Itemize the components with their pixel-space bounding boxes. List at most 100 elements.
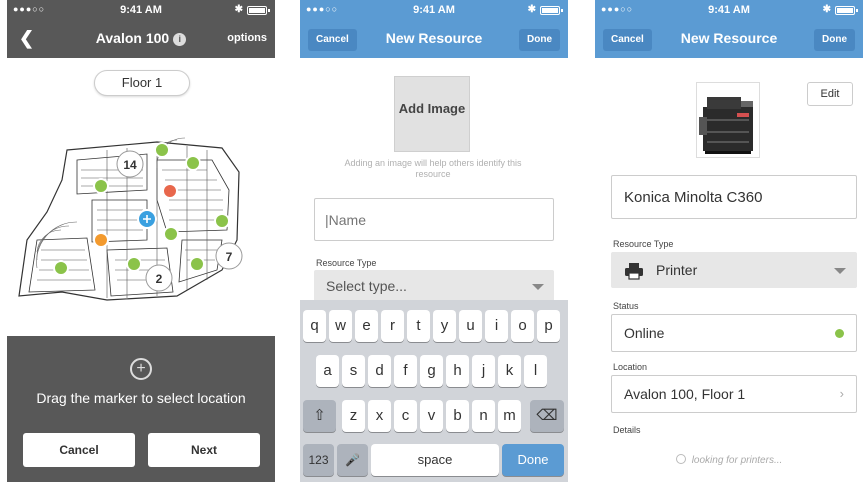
chevron-down-icon — [834, 268, 846, 274]
key-r[interactable]: r — [381, 310, 404, 342]
key-w[interactable]: w — [329, 310, 352, 342]
resource-type-label: Resource Type — [316, 258, 377, 268]
chevron-down-icon — [532, 284, 544, 290]
resource-marker-green[interactable] — [163, 226, 179, 242]
location-panel: + Drag the marker to select location Can… — [7, 336, 275, 482]
key-c[interactable]: c — [394, 400, 417, 432]
backspace-key[interactable]: ⌫ — [530, 400, 564, 432]
keyboard-done-key[interactable]: Done — [502, 444, 564, 476]
key-v[interactable]: v — [420, 400, 443, 432]
location-field[interactable]: Avalon 100, Floor 1 › — [611, 375, 857, 413]
key-x[interactable]: x — [368, 400, 391, 432]
name-input[interactable] — [314, 198, 554, 241]
shift-key[interactable]: ⇧ — [303, 400, 336, 432]
key-q[interactable]: q — [303, 310, 326, 342]
key-f[interactable]: f — [394, 355, 417, 387]
resource-image[interactable] — [696, 82, 760, 158]
name-field[interactable]: Konica Minolta C360 — [611, 175, 857, 219]
resource-type-select[interactable]: Select type... — [314, 270, 554, 304]
floor-selector[interactable]: Floor 1 — [94, 70, 190, 96]
keyboard: q w e r t y u i o p a s d f g h j k l ⇧ … — [300, 300, 568, 482]
cancel-button[interactable]: Cancel — [23, 433, 135, 467]
key-p[interactable]: p — [537, 310, 560, 342]
bluetooth-icon: ✱ — [527, 4, 536, 15]
bluetooth-icon: ✱ — [822, 4, 831, 15]
details-label: Details — [613, 425, 641, 435]
status-field[interactable]: Online — [611, 314, 857, 352]
resource-marker-green[interactable] — [185, 155, 201, 171]
done-button[interactable]: Done — [814, 29, 855, 51]
resource-type-label: Resource Type — [613, 239, 674, 249]
microphone-icon[interactable]: 🎤 — [337, 444, 368, 476]
resource-marker-green[interactable] — [214, 213, 230, 229]
resource-marker-red[interactable] — [162, 183, 178, 199]
location-label: Location — [613, 362, 648, 372]
key-d[interactable]: d — [368, 355, 391, 387]
status-bar: ●●●○○ 9:41 AM ✱ — [7, 0, 275, 20]
space-key[interactable]: space — [371, 444, 499, 476]
image-hint: Adding an image will help others identif… — [344, 158, 522, 179]
svg-text:14: 14 — [123, 158, 137, 172]
floor-map-screen: ●●●○○ 9:41 AM ✱ ❮ Avalon 100 i options Fl… — [7, 0, 275, 482]
status-value: Online — [624, 325, 665, 341]
resource-marker-green[interactable] — [126, 256, 142, 272]
spinner-icon — [675, 454, 686, 464]
key-n[interactable]: n — [472, 400, 495, 432]
key-m[interactable]: m — [498, 400, 521, 432]
cluster-marker[interactable]: 7 — [215, 242, 243, 270]
key-b[interactable]: b — [446, 400, 469, 432]
key-l[interactable]: l — [524, 355, 547, 387]
new-resource-empty-screen: ●●●○○ 9:41 AM ✱ Cancel New Resource Done… — [300, 0, 568, 482]
add-image-button[interactable]: Add Image — [394, 76, 470, 152]
done-button[interactable]: Done — [519, 29, 560, 51]
key-y[interactable]: y — [433, 310, 456, 342]
status-label: Status — [613, 301, 639, 311]
nav-bar: Cancel New Resource Done — [300, 20, 568, 58]
battery-icon — [835, 6, 858, 15]
key-k[interactable]: k — [498, 355, 521, 387]
floor-plan-map[interactable]: 14 2 7 — [7, 120, 275, 310]
key-s[interactable]: s — [342, 355, 365, 387]
bluetooth-icon: ✱ — [234, 4, 243, 15]
key-g[interactable]: g — [420, 355, 443, 387]
resource-marker-green[interactable] — [53, 260, 69, 276]
printer-icon — [625, 263, 643, 280]
nav-bar: ❮ Avalon 100 i options — [7, 20, 275, 58]
resource-type-value: Printer — [656, 262, 698, 278]
resource-type-select[interactable]: Printer — [611, 252, 857, 288]
next-button[interactable]: Next — [148, 433, 260, 467]
status-bar: ●●●○○ 9:41 AM ✱ — [595, 0, 863, 20]
edit-image-button[interactable]: Edit — [807, 82, 853, 106]
resource-marker-green[interactable] — [93, 178, 109, 194]
key-z[interactable]: z — [342, 400, 365, 432]
online-status-dot — [835, 329, 844, 338]
building-title: Avalon 100 — [95, 30, 170, 46]
drag-location-marker[interactable] — [137, 209, 157, 229]
resource-marker-green[interactable] — [189, 256, 205, 272]
options-button[interactable]: options — [227, 32, 267, 44]
cluster-marker[interactable]: 14 — [116, 150, 144, 178]
cluster-marker[interactable]: 2 — [145, 264, 173, 292]
select-value: Select type... — [326, 278, 407, 294]
svg-text:2: 2 — [156, 272, 163, 286]
key-u[interactable]: u — [459, 310, 482, 342]
resource-marker-green[interactable] — [154, 142, 170, 158]
printer-photo-icon — [699, 97, 753, 154]
battery-icon — [540, 6, 563, 15]
key-a[interactable]: a — [316, 355, 339, 387]
key-i[interactable]: i — [485, 310, 508, 342]
key-o[interactable]: o — [511, 310, 534, 342]
add-marker-icon: + — [130, 358, 152, 380]
battery-icon — [247, 6, 270, 15]
resource-marker-orange[interactable] — [93, 232, 109, 248]
numbers-key[interactable]: 123 — [303, 444, 334, 476]
instruction-text: Drag the marker to select location — [36, 390, 246, 406]
key-h[interactable]: h — [446, 355, 469, 387]
info-icon[interactable]: i — [173, 33, 187, 46]
key-t[interactable]: t — [407, 310, 430, 342]
chevron-right-icon: › — [839, 386, 844, 401]
status-bar: ●●●○○ 9:41 AM ✱ — [300, 0, 568, 20]
key-e[interactable]: e — [355, 310, 378, 342]
new-resource-filled-screen: ●●●○○ 9:41 AM ✱ Cancel New Resource Done… — [595, 0, 863, 482]
key-j[interactable]: j — [472, 355, 495, 387]
